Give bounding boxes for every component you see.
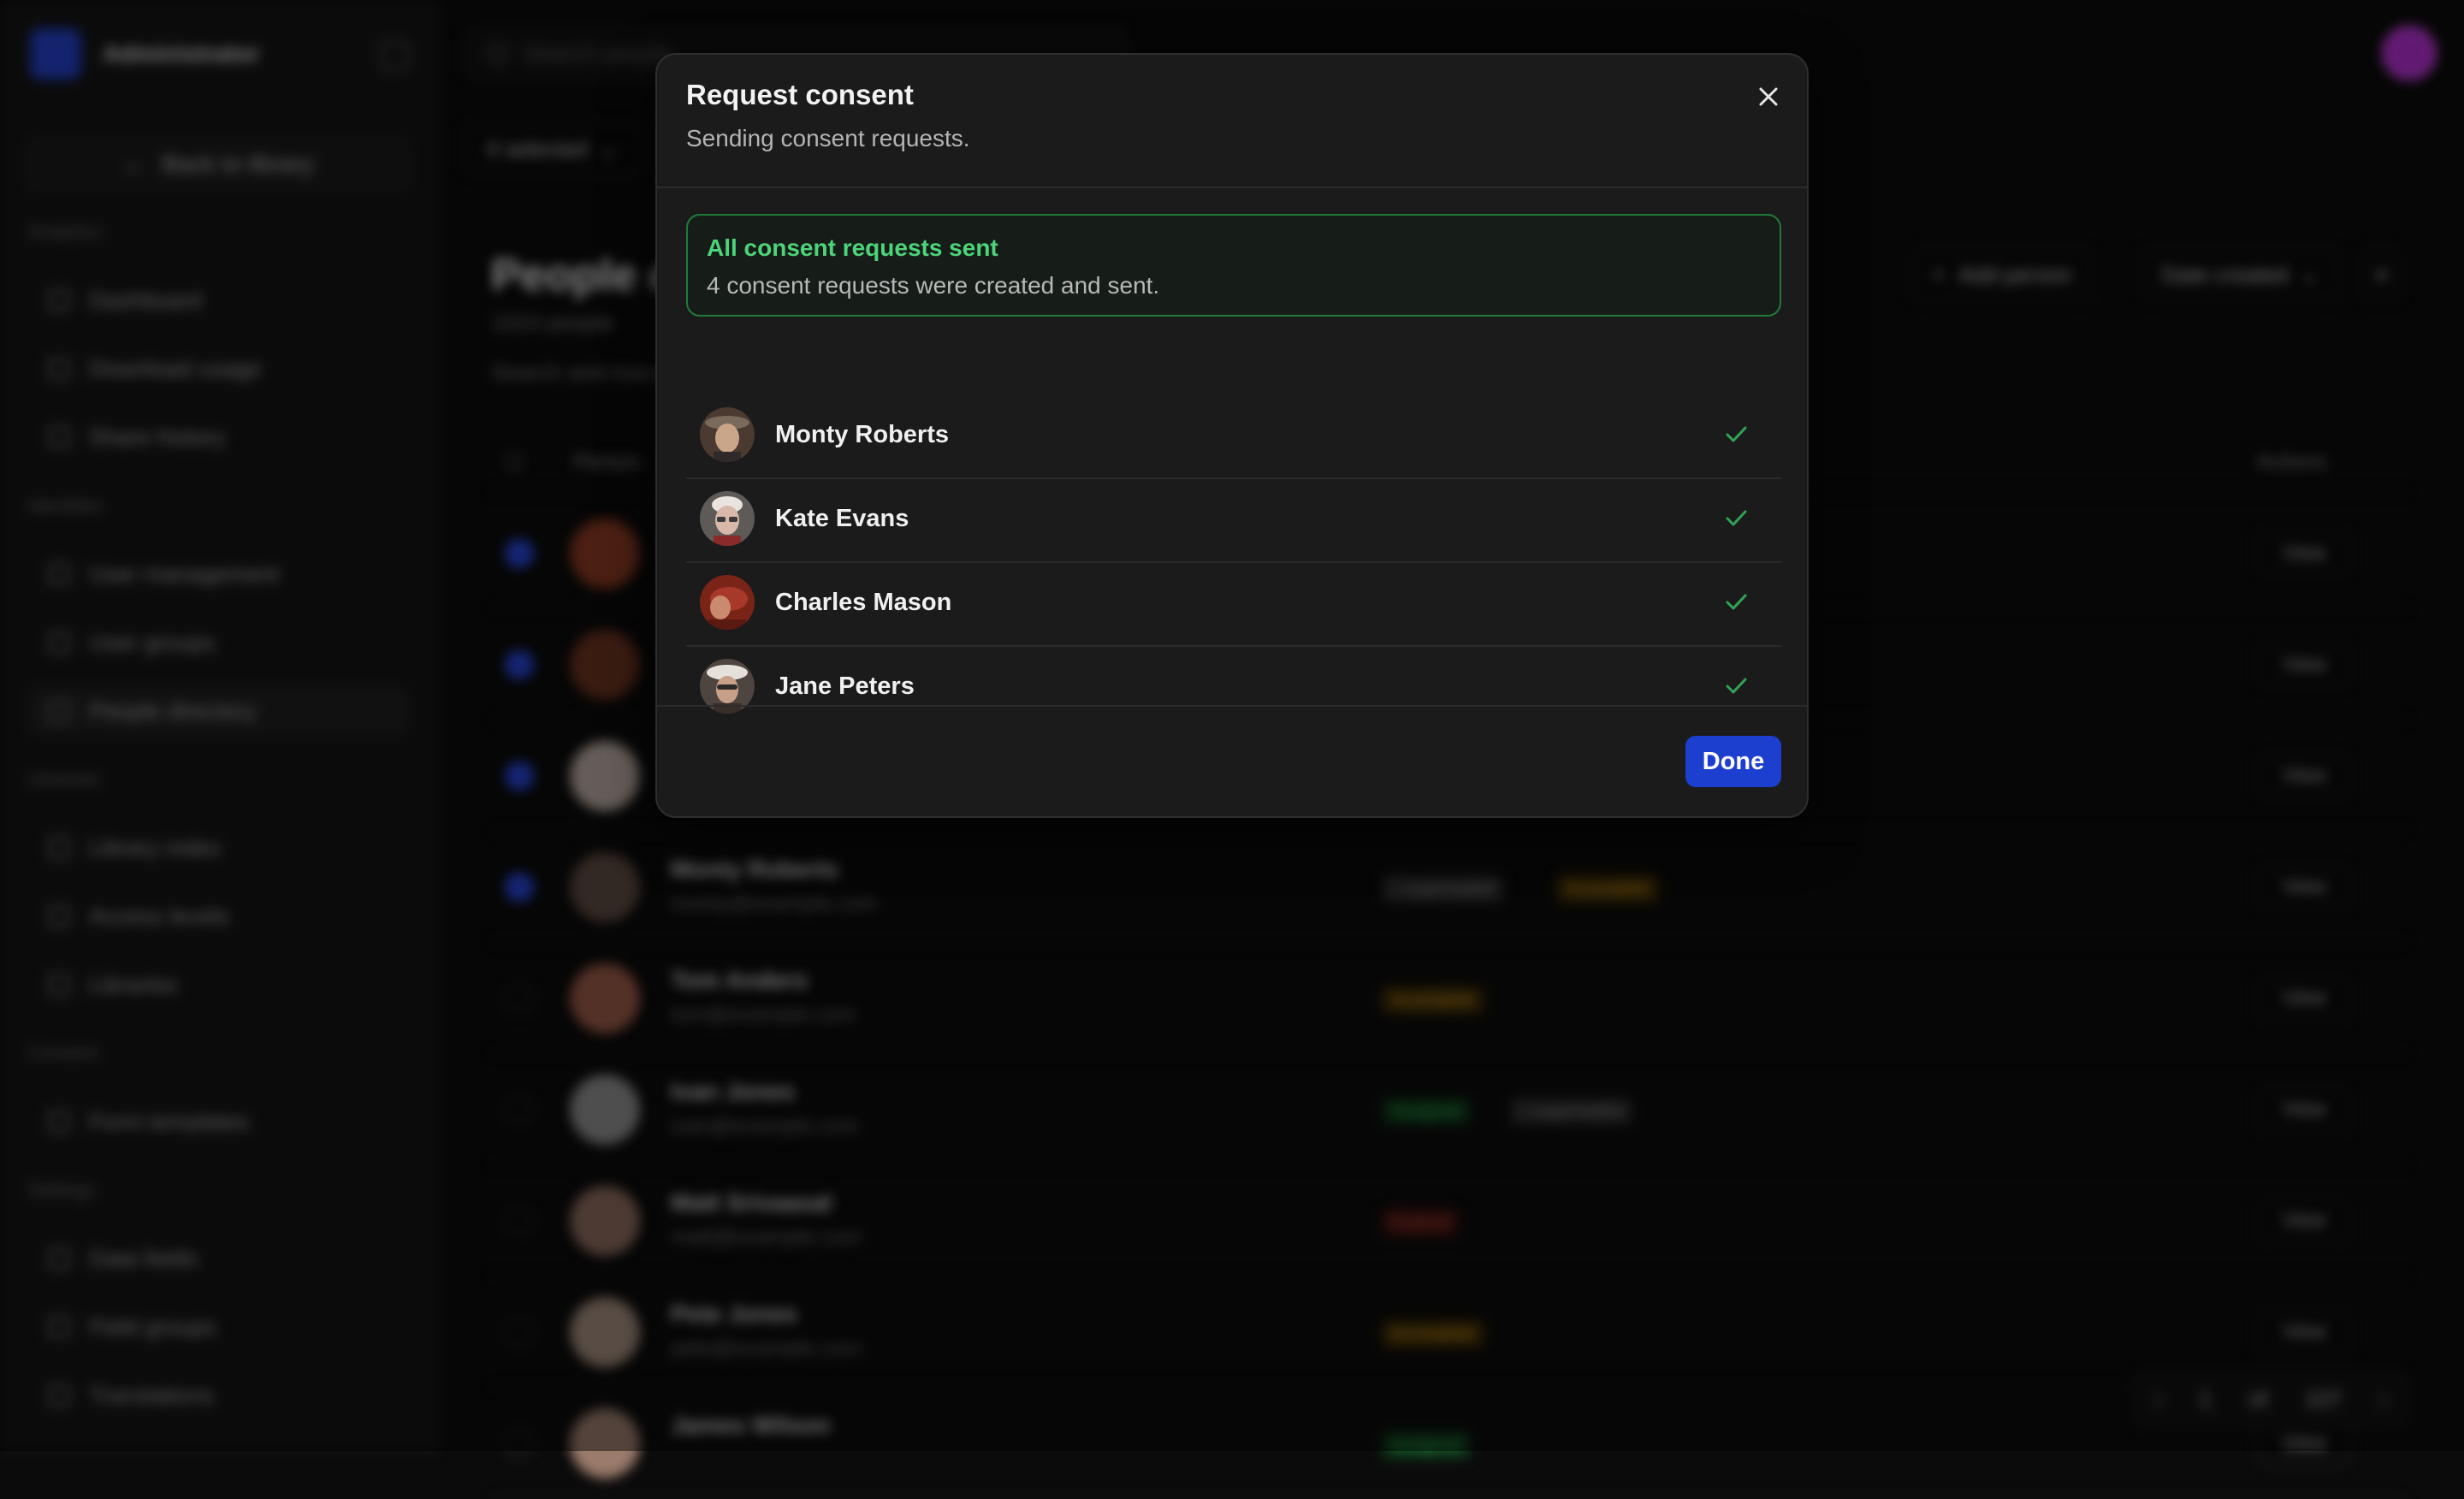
list-item: Jane Peters [686, 647, 1781, 731]
dialog-title: Request consent [686, 79, 914, 110]
avatar [700, 491, 755, 546]
list-item: Monty Roberts [686, 395, 1781, 479]
list-item: Charles Mason [686, 563, 1781, 647]
check-icon [1726, 594, 1747, 610]
app-root: Administrator ← Back to library Analytic… [0, 0, 2464, 1499]
divider [657, 187, 1807, 188]
done-button[interactable]: Done [1685, 736, 1781, 787]
success-alert: All consent requests sent 4 consent requ… [686, 214, 1781, 317]
divider [657, 705, 1807, 707]
close-button[interactable] [1749, 77, 1788, 116]
recipient-name: Monty Roberts [775, 421, 949, 448]
check-icon [1726, 510, 1747, 526]
avatar [700, 407, 755, 462]
close-icon [1759, 87, 1778, 106]
dialog-subtitle: Sending consent requests. [686, 125, 970, 151]
avatar [700, 575, 755, 630]
success-alert-message: 4 consent requests were created and sent… [707, 272, 1160, 299]
recipient-name: Kate Evans [775, 505, 909, 532]
check-icon [1726, 678, 1747, 694]
check-icon [1726, 426, 1747, 442]
success-alert-title: All consent requests sent [707, 234, 998, 261]
list-item: Kate Evans [686, 479, 1781, 563]
recipient-name: Jane Peters [775, 672, 915, 700]
request-consent-dialog: Request consent Sending consent requests… [655, 53, 1809, 818]
recipient-name: Charles Mason [775, 589, 952, 616]
